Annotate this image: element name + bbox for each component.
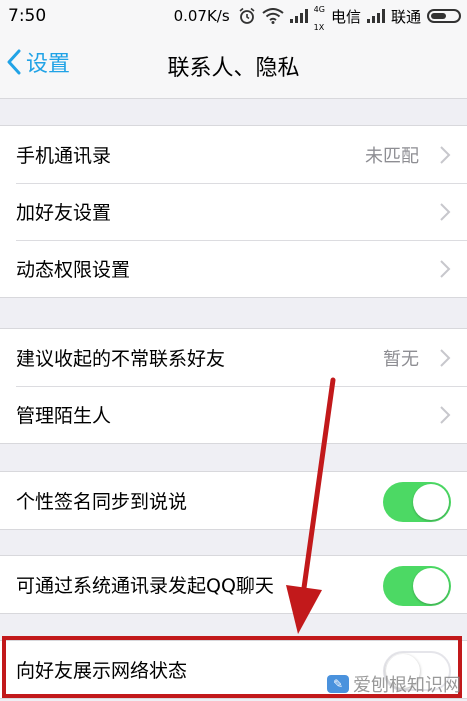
nav-bar: 设置 联系人、隐私 <box>0 32 467 99</box>
row-feed-permissions[interactable]: 动态权限设置 <box>0 240 467 297</box>
watermark: ✎ 爱刨根知识网 <box>327 671 461 697</box>
row-label: 管理陌生人 <box>16 405 112 427</box>
row-label: 个性签名同步到说说 <box>16 491 188 513</box>
row-system-contacts-chat: 可通过系统通讯录发起QQ聊天 <box>0 556 467 613</box>
row-label: 向好友展示网络状态 <box>16 660 188 682</box>
row-add-friend-settings[interactable]: 加好友设置 <box>0 183 467 240</box>
status-icons: 0.07K/s 4G 1X 电信 联通 <box>173 6 461 32</box>
chevron-right-icon <box>440 349 451 367</box>
settings-group-contacts: 手机通讯录 未匹配 加好友设置 动态权限设置 <box>0 125 467 298</box>
toggle-knob <box>413 484 449 520</box>
chevron-right-icon <box>440 146 451 164</box>
signal-icon-2 <box>366 9 385 23</box>
battery-icon <box>427 9 461 23</box>
system-contacts-chat-toggle[interactable] <box>383 566 451 606</box>
settings-group-friends: 建议收起的不常联系好友 暂无 管理陌生人 <box>0 328 467 444</box>
signal-icon-1 <box>289 9 308 23</box>
wifi-icon <box>262 8 284 24</box>
row-signature-sync: 个性签名同步到说说 <box>0 472 467 529</box>
row-infrequent-friends[interactable]: 建议收起的不常联系好友 暂无 <box>0 329 467 386</box>
watermark-logo-icon: ✎ <box>327 675 349 693</box>
watermark-text: 爱刨根知识网 <box>353 675 461 696</box>
chevron-right-icon <box>440 260 451 278</box>
alarm-icon <box>239 7 255 24</box>
chevron-right-icon <box>440 203 451 221</box>
row-value: 暂无 <box>383 349 419 370</box>
status-time: 7:50 <box>8 6 47 26</box>
carrier-2: 联通 <box>390 7 421 26</box>
row-phone-contacts[interactable]: 手机通讯录 未匹配 <box>0 126 467 183</box>
carrier-1: 电信 <box>330 7 361 26</box>
row-label: 建议收起的不常联系好友 <box>16 348 226 370</box>
row-label: 加好友设置 <box>16 202 112 224</box>
network-type: 4G 1X <box>313 5 325 32</box>
row-label: 可通过系统通讯录发起QQ聊天 <box>16 575 274 597</box>
row-value: 未匹配 <box>365 146 419 167</box>
settings-group-system-contacts: 可通过系统通讯录发起QQ聊天 <box>0 555 467 614</box>
row-label: 手机通讯录 <box>16 145 112 167</box>
page-title: 联系人、隐私 <box>167 56 300 81</box>
toggle-knob <box>413 568 449 604</box>
signature-sync-toggle[interactable] <box>383 482 451 522</box>
status-bar: 7:50 0.07K/s 4G 1X 电信 联通 <box>0 0 467 32</box>
network-speed: 0.07K/s <box>173 7 230 25</box>
row-manage-strangers[interactable]: 管理陌生人 <box>0 386 467 443</box>
row-label: 动态权限设置 <box>16 259 131 281</box>
settings-group-signature: 个性签名同步到说说 <box>0 471 467 530</box>
chevron-right-icon <box>440 406 451 424</box>
